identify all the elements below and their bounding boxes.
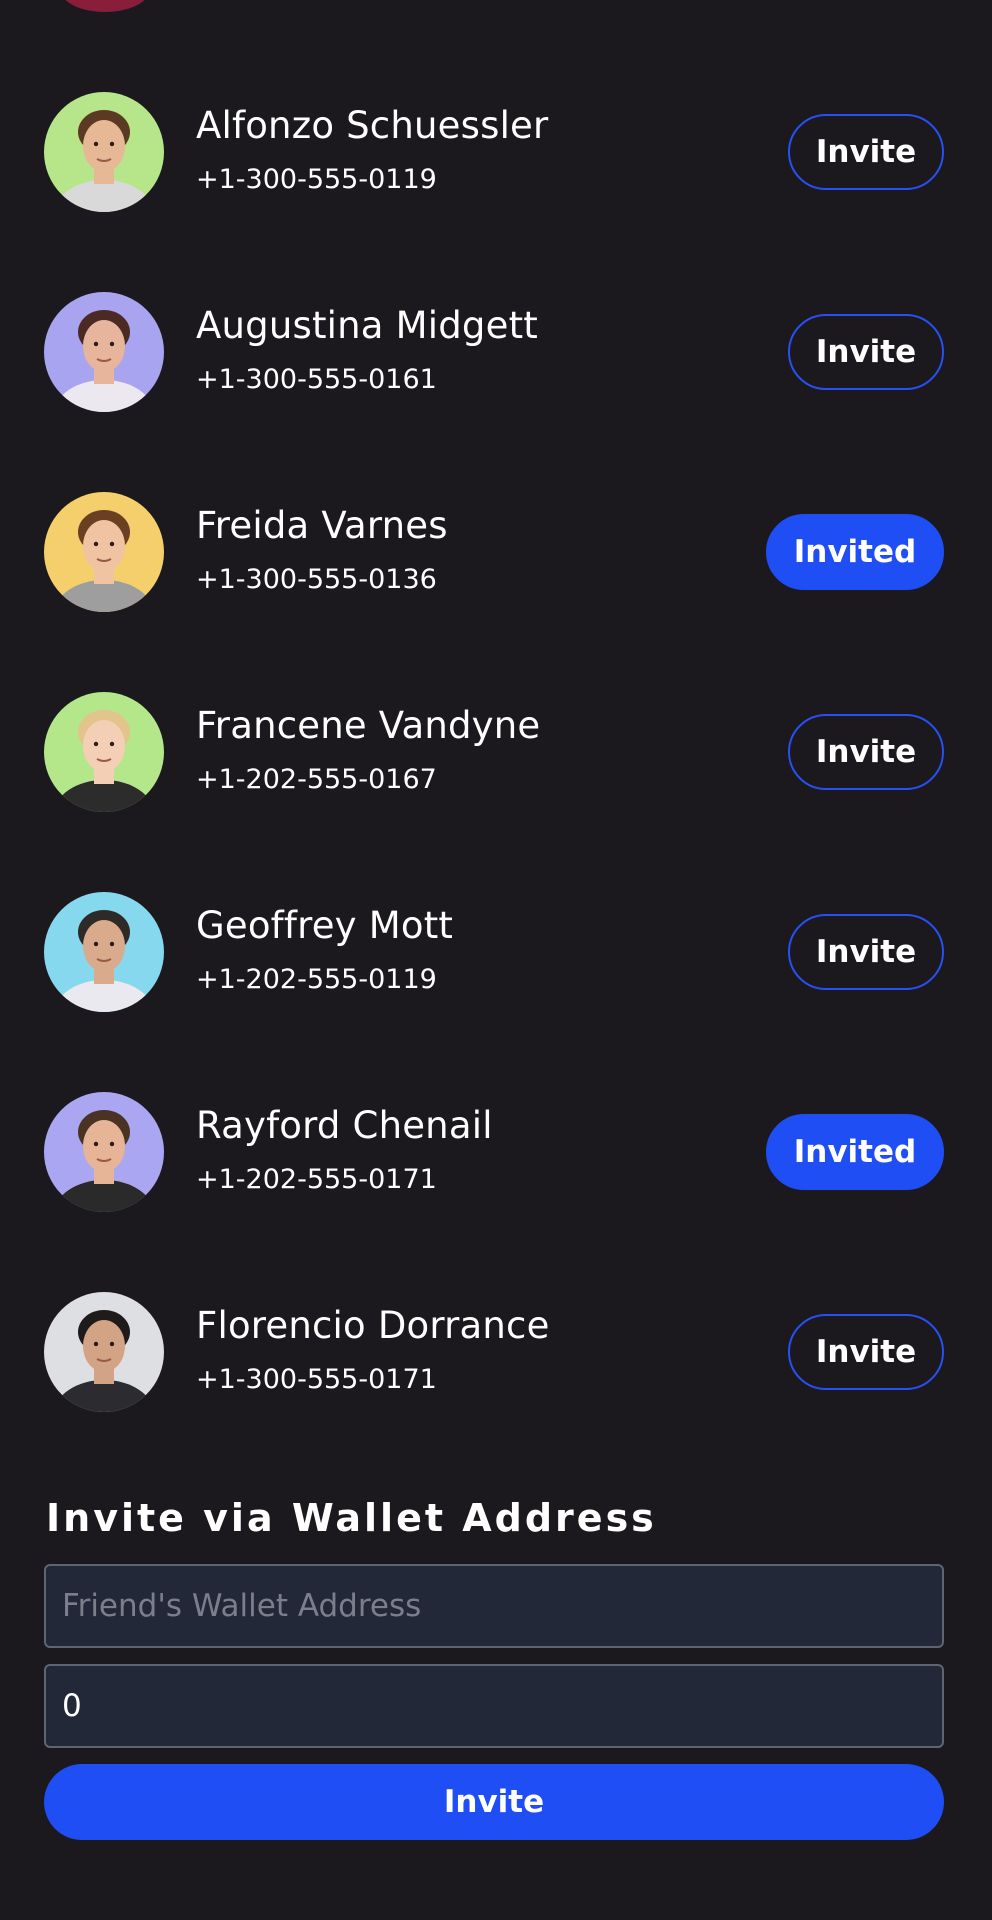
- invite-button[interactable]: Invite: [788, 914, 944, 990]
- contact-row: Florencio Dorrance +1-300-555-0171 Invite: [0, 1292, 992, 1412]
- contact-name: Alfonzo Schuessler: [196, 104, 549, 147]
- contact-avatar: [44, 892, 164, 1012]
- contact-phone: +1-300-555-0161: [196, 364, 437, 395]
- contact-avatar: [44, 1092, 164, 1212]
- contact-row: Augustina Midgett +1-300-555-0161 Invite: [0, 292, 992, 412]
- invite-button[interactable]: Invite: [788, 114, 944, 190]
- contact-name: Freida Varnes: [196, 504, 448, 547]
- contact-avatar: [44, 492, 164, 612]
- contact-name: Geoffrey Mott: [196, 904, 454, 947]
- wallet-amount-input[interactable]: [44, 1664, 944, 1748]
- contact-name: Francene Vandyne: [196, 704, 541, 747]
- contact-row: Rayford Chenail +1-202-555-0171 Invited: [0, 1092, 992, 1212]
- contact-avatar: [44, 292, 164, 412]
- contact-phone: +1-202-555-0119: [196, 964, 437, 995]
- contact-avatar: [44, 692, 164, 812]
- contact-row: Alfonzo Schuessler +1-300-555-0119 Invite: [0, 92, 992, 212]
- invite-button[interactable]: Invite: [788, 314, 944, 390]
- contact-phone: +1-300-555-0171: [196, 1364, 437, 1395]
- invited-button[interactable]: Invited: [766, 514, 944, 590]
- invite-button[interactable]: Invite: [788, 1314, 944, 1390]
- wallet-invite-heading: Invite via Wallet Address: [46, 1496, 657, 1540]
- contact-name: Florencio Dorrance: [196, 1304, 550, 1347]
- partial-avatar: [60, 0, 150, 12]
- wallet-invite-button[interactable]: Invite: [44, 1764, 944, 1840]
- contact-row: Geoffrey Mott +1-202-555-0119 Invite: [0, 892, 992, 1012]
- contact-name: Rayford Chenail: [196, 1104, 493, 1147]
- invite-button[interactable]: Invite: [788, 714, 944, 790]
- contact-row: Francene Vandyne +1-202-555-0167 Invite: [0, 692, 992, 812]
- contact-phone: +1-300-555-0136: [196, 564, 437, 595]
- contact-name: Augustina Midgett: [196, 304, 539, 347]
- contact-avatar: [44, 1292, 164, 1412]
- contact-phone: +1-202-555-0167: [196, 764, 437, 795]
- contact-row: Freida Varnes +1-300-555-0136 Invited: [0, 492, 992, 612]
- contact-phone: +1-300-555-0119: [196, 164, 437, 195]
- contact-phone: +1-202-555-0171: [196, 1164, 437, 1195]
- contact-avatar: [44, 92, 164, 212]
- wallet-address-input[interactable]: [44, 1564, 944, 1648]
- invited-button[interactable]: Invited: [766, 1114, 944, 1190]
